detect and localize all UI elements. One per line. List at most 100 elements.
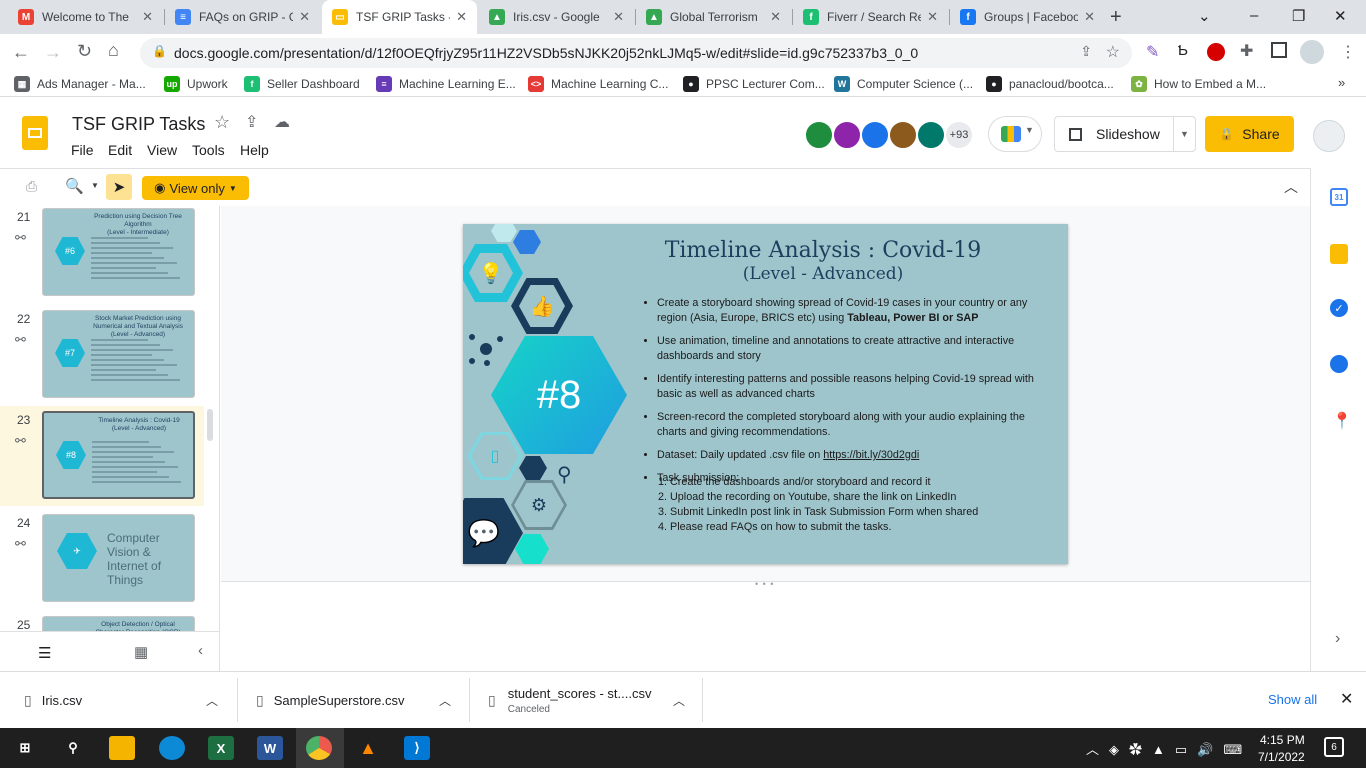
browser-tab[interactable]: ≡ FAQs on GRIP - G ✕ (165, 0, 320, 34)
collaborator-avatar[interactable] (916, 120, 946, 150)
move-icon[interactable]: ⇪ (245, 112, 258, 132)
tasks-icon[interactable]: ✓ (1330, 299, 1348, 317)
collaborator-avatar[interactable] (888, 120, 918, 150)
close-tab-icon[interactable]: ✕ (142, 9, 153, 25)
slideshow-dropdown-icon[interactable]: ▼ (1173, 117, 1195, 151)
print-icon[interactable]: ⎙ (26, 178, 37, 195)
vscode-icon[interactable]: ⟩ (404, 736, 430, 760)
more-collaborators-badge[interactable]: +93 (944, 120, 974, 150)
collaborator-avatar[interactable] (804, 120, 834, 150)
show-all-downloads-link[interactable]: Show all (1268, 692, 1317, 707)
close-tab-icon[interactable]: ✕ (1084, 9, 1095, 25)
bookmark-item[interactable]: f Seller Dashboard (244, 76, 360, 92)
bookmark-item[interactable]: W Computer Science (... (834, 76, 973, 92)
clock-date[interactable]: 7/1/2022 (1258, 750, 1305, 764)
tab-search-icon[interactable]: ⌄ (1198, 7, 1211, 25)
edge-icon[interactable] (159, 736, 185, 760)
slide-thumbnail[interactable]: Stock Market Prediction using Numerical … (42, 310, 195, 398)
close-tab-icon[interactable]: ✕ (613, 9, 624, 25)
word-icon[interactable]: W (257, 736, 283, 760)
bookmark-item[interactable]: up Upwork (164, 76, 228, 92)
browser-tab[interactable]: ▲ Iris.csv - Google ✕ (479, 0, 634, 34)
home-icon[interactable]: ⌂ (108, 40, 119, 61)
dataset-link[interactable]: https://bit.ly/30d2gdi (823, 449, 919, 461)
keep-icon[interactable] (1330, 244, 1348, 264)
address-bar[interactable]: 🔒 docs.google.com/presentation/d/12f0OEQ… (140, 38, 1132, 68)
filmstrip-scrollbar[interactable] (207, 409, 213, 441)
list-view-icon[interactable]: ☰ (38, 644, 51, 662)
back-icon[interactable]: ← (12, 42, 30, 63)
menu-view[interactable]: View (147, 142, 177, 158)
close-tab-icon[interactable]: ✕ (299, 9, 310, 25)
vlc-icon[interactable]: ▲ (355, 736, 381, 760)
account-avatar[interactable] (1313, 120, 1345, 152)
browser-tab[interactable]: f Groups | Faceboo ✕ (950, 0, 1105, 34)
notes-resize-handle[interactable]: • • • (755, 579, 774, 589)
side-panel-icon[interactable] (1271, 42, 1287, 58)
collaborator-avatar[interactable] (832, 120, 862, 150)
menu-tools[interactable]: Tools (192, 142, 225, 158)
extension-b-icon[interactable]: Ƅ (1178, 42, 1188, 59)
slides-logo-icon[interactable] (22, 116, 48, 150)
notification-icon[interactable]: 6 (1324, 737, 1344, 757)
tray-icons[interactable]: ︿◈✿▲▭🔊⌨ (1086, 739, 1252, 758)
bookmark-item[interactable]: ● PPSC Lecturer Com... (683, 76, 825, 92)
download-item[interactable]: ▯ Iris.csv ︿ (24, 672, 224, 729)
chevron-up-icon[interactable]: ︿ (206, 692, 218, 709)
chevron-up-icon[interactable]: ︿ (673, 692, 685, 709)
new-tab-icon[interactable]: + (1110, 6, 1122, 29)
grid-view-icon[interactable]: ▦ (134, 643, 148, 661)
forward-icon[interactable]: → (44, 42, 62, 63)
slide-thumbnail[interactable]: Computer Vision & Internet of Things ✈ (42, 514, 195, 602)
select-cursor-icon[interactable]: ➤ (106, 174, 132, 200)
browser-tab[interactable]: f Fiverr / Search Re ✕ (793, 0, 948, 34)
contacts-icon[interactable] (1330, 355, 1348, 373)
file-explorer-icon[interactable] (109, 736, 135, 760)
bookmark-item[interactable]: <> Machine Learning C... (528, 76, 668, 92)
star-icon[interactable]: ☆ (214, 112, 230, 133)
bookmark-item[interactable]: ≡ Machine Learning E... (376, 76, 516, 92)
browser-tab[interactable]: ▲ Global Terrorism ✕ (636, 0, 791, 34)
extensions-puzzle-icon[interactable]: ✚ (1240, 41, 1253, 61)
close-tab-icon[interactable]: ✕ (456, 9, 467, 25)
extension-pen-icon[interactable]: ✎ (1146, 42, 1159, 62)
browser-tab[interactable]: M Welcome to The ✕ (8, 0, 163, 34)
close-window-icon[interactable]: ✕ (1334, 7, 1347, 25)
share-page-icon[interactable]: ⇪ (1080, 43, 1092, 60)
bookmark-star-icon[interactable]: ☆ (1106, 42, 1120, 62)
share-button[interactable]: 🔒 Share (1205, 116, 1294, 152)
restore-icon[interactable]: ❐ (1292, 7, 1305, 25)
view-only-button[interactable]: ◉ View only ▼ (142, 176, 249, 200)
menu-edit[interactable]: Edit (108, 142, 132, 158)
more-bookmarks-icon[interactable]: » (1338, 75, 1345, 90)
collaborator-avatar[interactable] (860, 120, 890, 150)
clock-time[interactable]: 4:15 PM (1260, 733, 1305, 747)
minimize-icon[interactable]: – (1250, 7, 1258, 24)
menu-file[interactable]: File (71, 142, 94, 158)
slide-thumbnail[interactable]: Prediction using Decision Tree Algorithm… (42, 208, 195, 296)
bookmark-item[interactable]: ✿ How to Embed a M... (1131, 76, 1266, 92)
document-title[interactable]: TSF GRIP Tasks (72, 114, 205, 135)
chevron-up-icon[interactable]: ︿ (439, 692, 451, 709)
browser-tab[interactable]: ▭ TSF GRIP Tasks - ✕ (322, 0, 477, 34)
download-item[interactable]: ▯ SampleSuperstore.csv ︿ (256, 672, 456, 729)
close-tab-icon[interactable]: ✕ (770, 9, 781, 25)
slideshow-button[interactable]: Slideshow ▼ (1054, 116, 1196, 152)
chrome-menu-icon[interactable]: ⋮ (1340, 42, 1356, 62)
calendar-icon[interactable]: 31 (1330, 188, 1348, 206)
bookmark-item[interactable]: ● panacloud/bootca... (986, 76, 1114, 92)
slide-thumbnail[interactable]: Timeline Analysis : Covid-19 (Level - Ad… (42, 411, 195, 499)
zoom-icon[interactable]: 🔍 (65, 177, 84, 195)
excel-icon[interactable]: X (208, 736, 234, 760)
windows-start-icon[interactable]: ⊞ (12, 736, 38, 760)
extension-adblock-icon[interactable] (1207, 43, 1225, 61)
reload-icon[interactable]: ↻ (77, 41, 92, 62)
menu-help[interactable]: Help (240, 142, 269, 158)
expand-side-panel-icon[interactable]: › (1335, 630, 1340, 648)
slide-thumbnail[interactable]: Object Detection / Optical Character Rec… (42, 616, 195, 631)
meet-button[interactable]: ▼ (988, 116, 1042, 152)
download-item[interactable]: ▯ student_scores - st....csv Canceled ︿ (488, 672, 698, 729)
close-tab-icon[interactable]: ✕ (927, 9, 938, 25)
bookmark-item[interactable]: ▦ Ads Manager - Ma... (14, 76, 146, 92)
maps-icon[interactable]: 📍 (1332, 411, 1352, 431)
